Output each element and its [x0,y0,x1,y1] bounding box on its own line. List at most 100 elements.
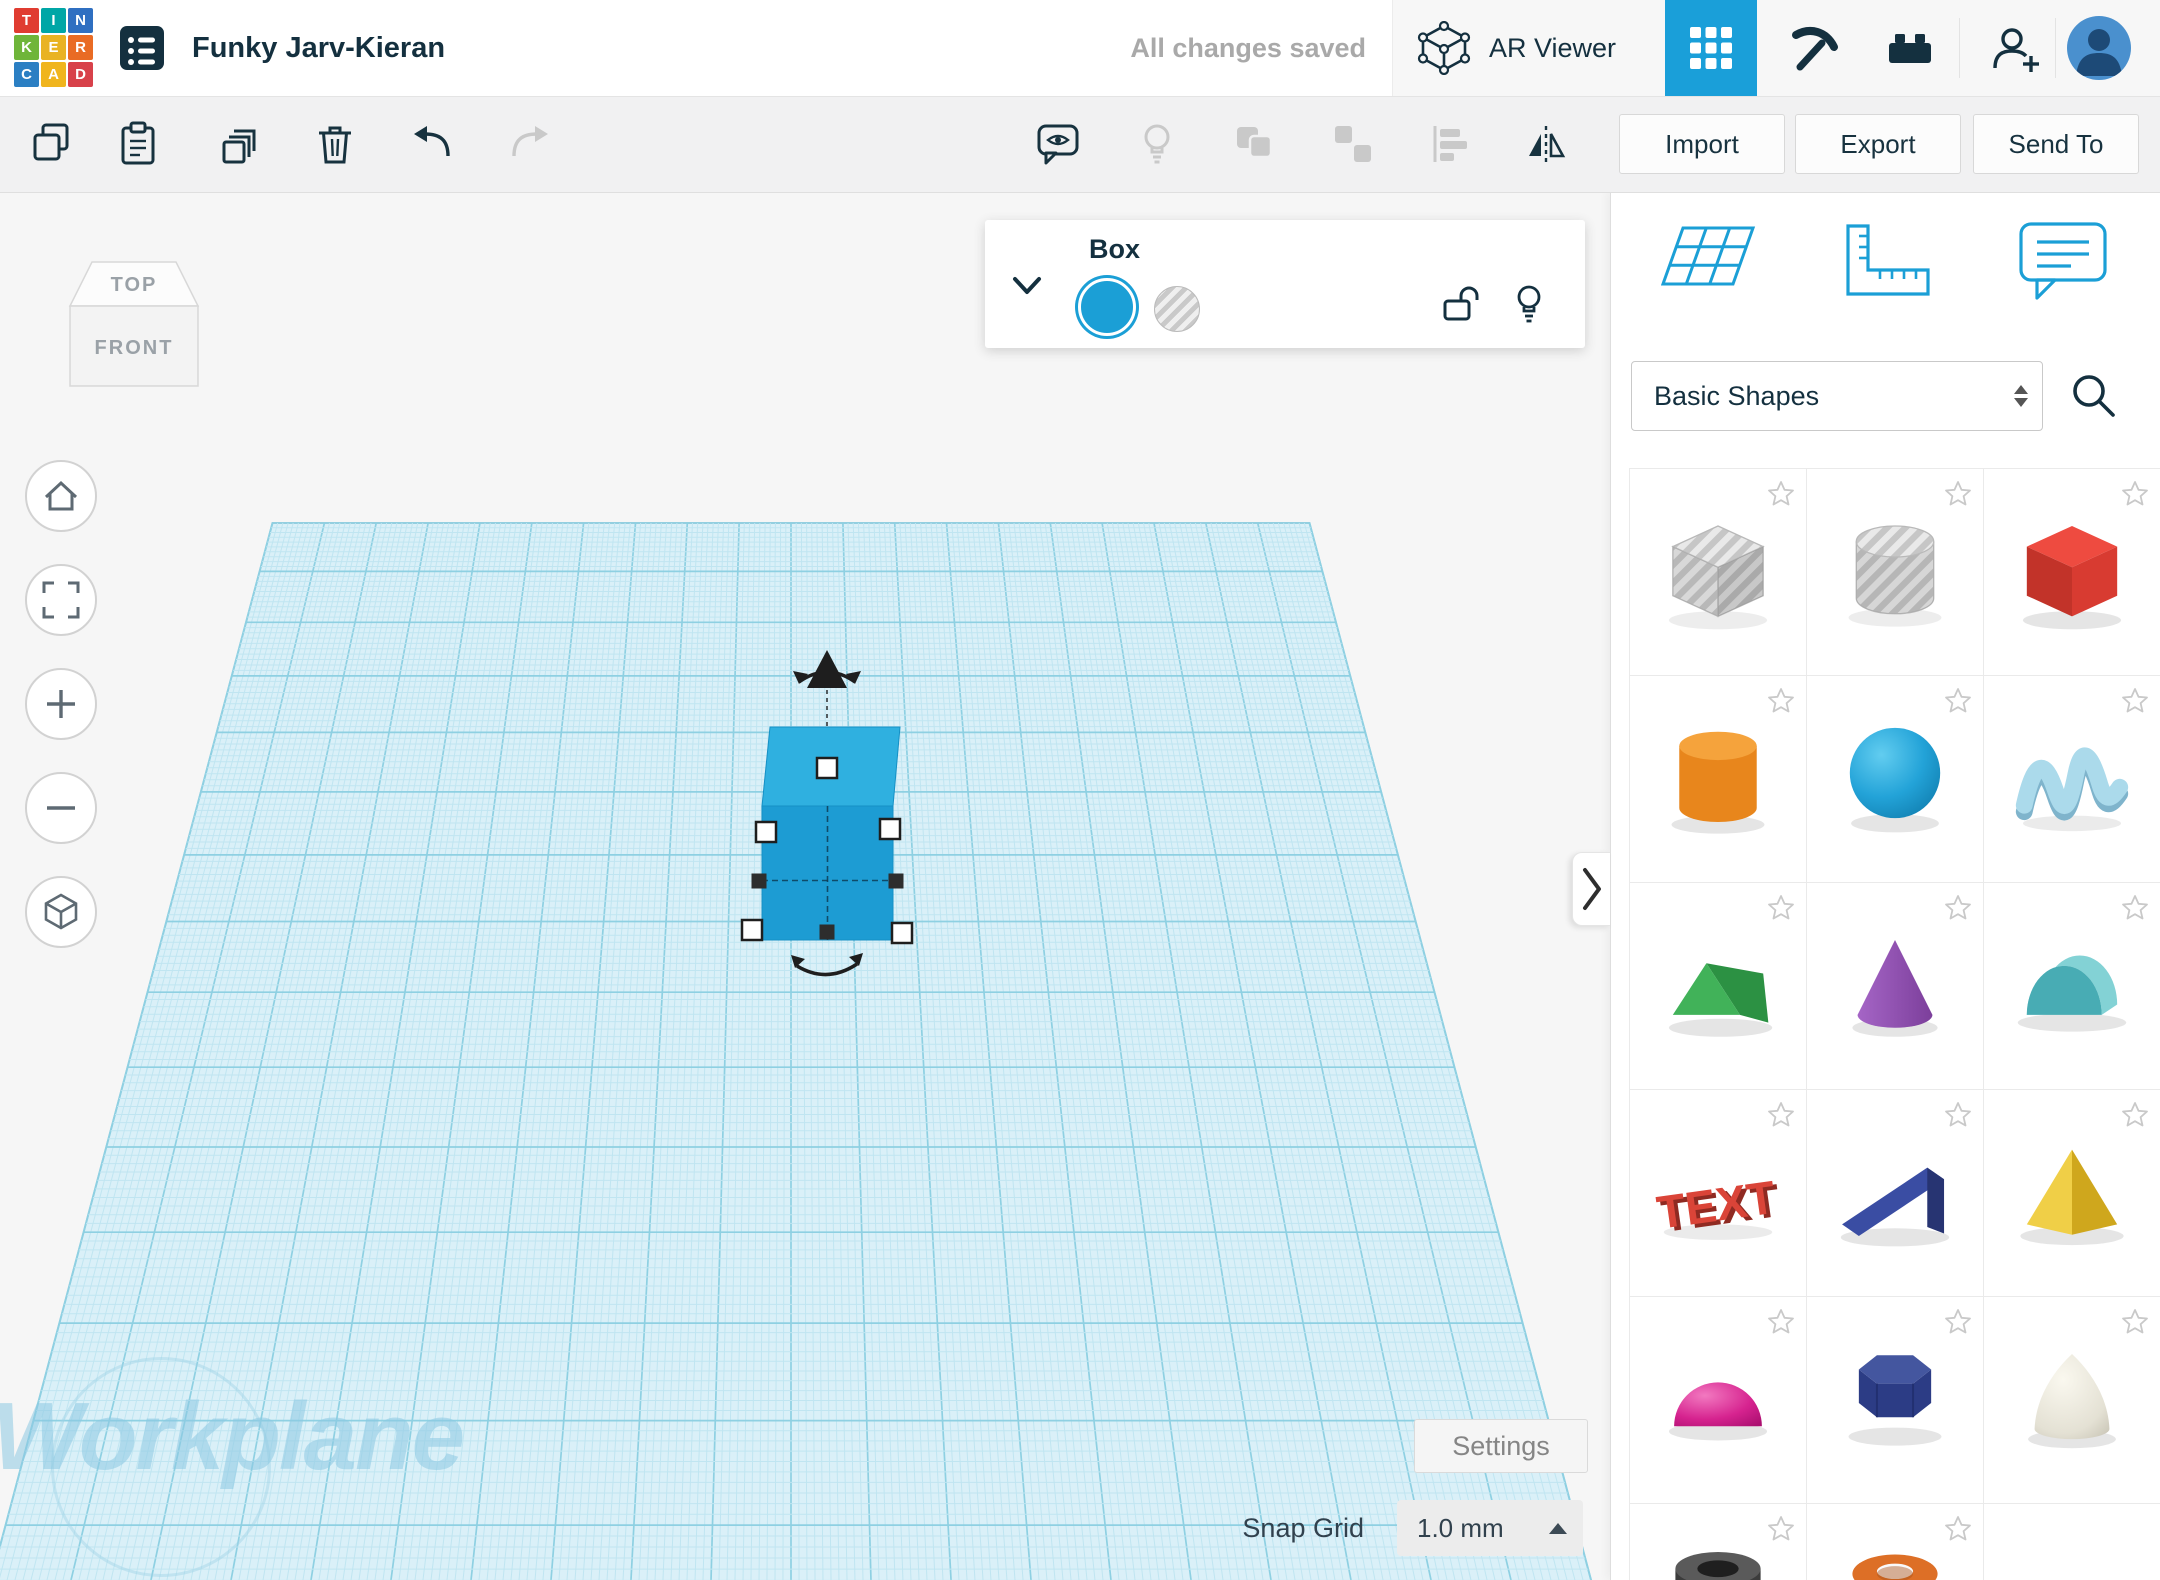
edge-scale-handle[interactable] [889,874,904,889]
shape-scribble[interactable] [1984,676,2160,883]
zoom-in-button[interactable] [25,668,97,740]
shape-cylinder[interactable] [1630,676,1807,883]
shape-box-hole[interactable] [1630,469,1807,676]
favorite-star-icon[interactable] [1943,893,1973,923]
mirror-button[interactable] [1518,116,1574,172]
edge-scale-handle[interactable] [820,925,835,940]
viewcube-front-label[interactable]: FRONT [95,337,174,359]
favorite-star-icon[interactable] [1766,1514,1796,1544]
collaborate-button[interactable] [1969,0,2061,96]
shape-round-roof-icon [2001,909,2143,1051]
hide-button[interactable] [1507,282,1551,326]
tinkercad-editor: TINKERCAD Funky Jarv-Kieran All changes … [0,0,2160,1580]
favorite-star-icon[interactable] [1766,479,1796,509]
search-shapes-button[interactable] [2063,366,2123,426]
align-button[interactable] [1422,116,1478,172]
ruler-tool-button[interactable] [1836,212,1936,308]
grid-settings-button[interactable]: Settings [1414,1419,1588,1473]
undo-button[interactable] [406,116,462,172]
workplane-tool-button[interactable] [1659,212,1759,308]
favorite-star-icon[interactable] [1943,1514,1973,1544]
tinkercad-logo[interactable]: TINKERCAD [14,8,93,87]
favorite-star-icon[interactable] [1943,686,1973,716]
favorite-star-icon[interactable] [2120,1100,2150,1130]
show-hide-button[interactable] [1030,116,1086,172]
show-all-button[interactable] [1129,116,1185,172]
shape-wedge[interactable] [1807,1090,1984,1297]
favorite-star-icon[interactable] [1766,1100,1796,1130]
notes-tool-button[interactable] [2013,212,2113,308]
shape-round-roof[interactable] [1984,883,2160,1090]
favorite-star-icon[interactable] [1943,1307,1973,1337]
favorite-star-icon[interactable] [2120,686,2150,716]
shape-paraboloid[interactable] [1984,1297,2160,1504]
redo-button[interactable] [500,116,556,172]
ar-cube-icon [1417,21,1471,75]
favorite-star-icon[interactable] [2120,1307,2150,1337]
shape-category-select[interactable]: Basic Shapes [1631,361,2043,431]
lock-button[interactable] [1441,282,1485,326]
corner-scale-handle[interactable] [880,819,900,839]
hole-material-swatch[interactable] [1154,286,1200,332]
shape-polygon[interactable] [1807,1297,1984,1504]
snap-grid-dropdown[interactable]: 1.0 mm [1397,1500,1583,1556]
shape-roof[interactable] [1630,883,1807,1090]
edge-scale-handle[interactable] [752,874,767,889]
zoom-out-button[interactable] [25,772,97,844]
user-avatar[interactable] [2067,16,2131,80]
selected-box-object[interactable] [0,192,1610,1580]
designs-menu-button[interactable] [118,24,166,72]
fit-view-button[interactable] [25,564,97,636]
ungroup-button[interactable] [1325,116,1381,172]
import-button[interactable]: Import [1619,114,1785,174]
favorite-star-icon[interactable] [1943,1100,1973,1130]
corner-scale-handle[interactable] [742,920,762,940]
delete-button[interactable] [307,116,363,172]
send-to-button[interactable]: Send To [1973,114,2139,174]
rotate-handle[interactable] [797,964,857,975]
export-button[interactable]: Export [1795,114,1961,174]
viewcube-top-label[interactable]: TOP [111,274,158,296]
favorite-star-icon[interactable] [2120,479,2150,509]
shape-inspector: Box [985,220,1585,348]
copy-button[interactable] [24,116,80,172]
solid-color-swatch[interactable] [1078,278,1136,336]
shape-pyramid[interactable] [1984,1090,2160,1297]
shape-tube[interactable] [1630,1504,1807,1580]
favorite-star-icon[interactable] [2120,893,2150,923]
duplicate-button[interactable] [213,116,269,172]
shape-box[interactable] [1984,469,2160,676]
favorite-star-icon[interactable] [1766,1307,1796,1337]
snap-grid-label: Snap Grid [1140,1502,1364,1554]
select-spinner-icon [2014,385,2028,407]
favorite-star-icon[interactable] [1766,893,1796,923]
group-button[interactable] [1226,116,1282,172]
shape-cylinder-hole[interactable] [1807,469,1984,676]
sidebar-collapse-tab[interactable] [1572,852,1610,926]
ar-viewer-button[interactable]: AR Viewer [1417,0,1616,96]
minecraft-mode-button[interactable] [1767,0,1859,96]
bricks-mode-button[interactable] [1864,0,1956,96]
header-right-cluster: AR Viewer [1392,0,2160,96]
fit-view-icon [37,576,85,624]
shape-half-sphere[interactable] [1630,1297,1807,1504]
favorite-star-icon[interactable] [1943,479,1973,509]
shape-torus[interactable] [1807,1504,1984,1580]
design-title[interactable]: Funky Jarv-Kieran [192,0,445,96]
corner-scale-handle[interactable] [756,822,776,842]
home-view-button[interactable] [25,460,97,532]
shape-sphere[interactable] [1807,676,1984,883]
design-mode-button[interactable] [1665,0,1757,96]
perspective-toggle-button[interactable] [25,876,97,948]
inspector-collapse-button[interactable] [1007,266,1047,306]
raise-handle[interactable] [807,650,847,688]
shape-cone-icon [1824,909,1966,1051]
view-cube[interactable]: TOP FRONT [58,236,210,396]
height-scale-handle[interactable] [817,758,837,778]
favorite-star-icon[interactable] [1766,686,1796,716]
shape-text[interactable]: TEXT TEXT [1630,1090,1807,1297]
corner-scale-handle[interactable] [892,923,912,943]
paste-button[interactable] [110,116,166,172]
3d-viewport[interactable]: Workplane [0,192,1610,1580]
shape-cone[interactable] [1807,883,1984,1090]
